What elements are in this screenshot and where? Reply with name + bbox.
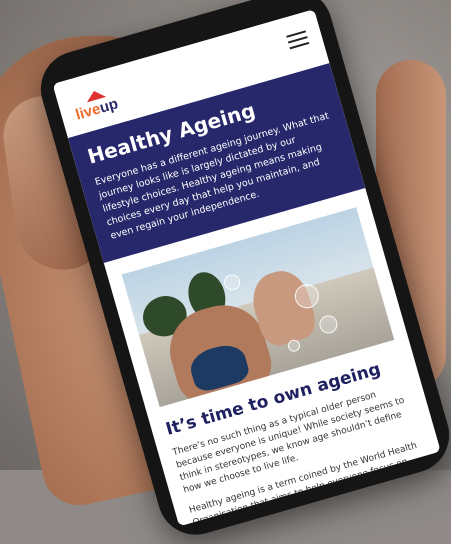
bubble — [222, 272, 243, 293]
logo-up: up — [97, 95, 121, 117]
hamburger-menu-icon[interactable] — [286, 30, 310, 51]
liveup-logo[interactable]: liveup — [71, 82, 133, 126]
logo-text: liveup — [74, 95, 120, 123]
bubble — [286, 338, 302, 354]
bubble — [317, 313, 340, 336]
